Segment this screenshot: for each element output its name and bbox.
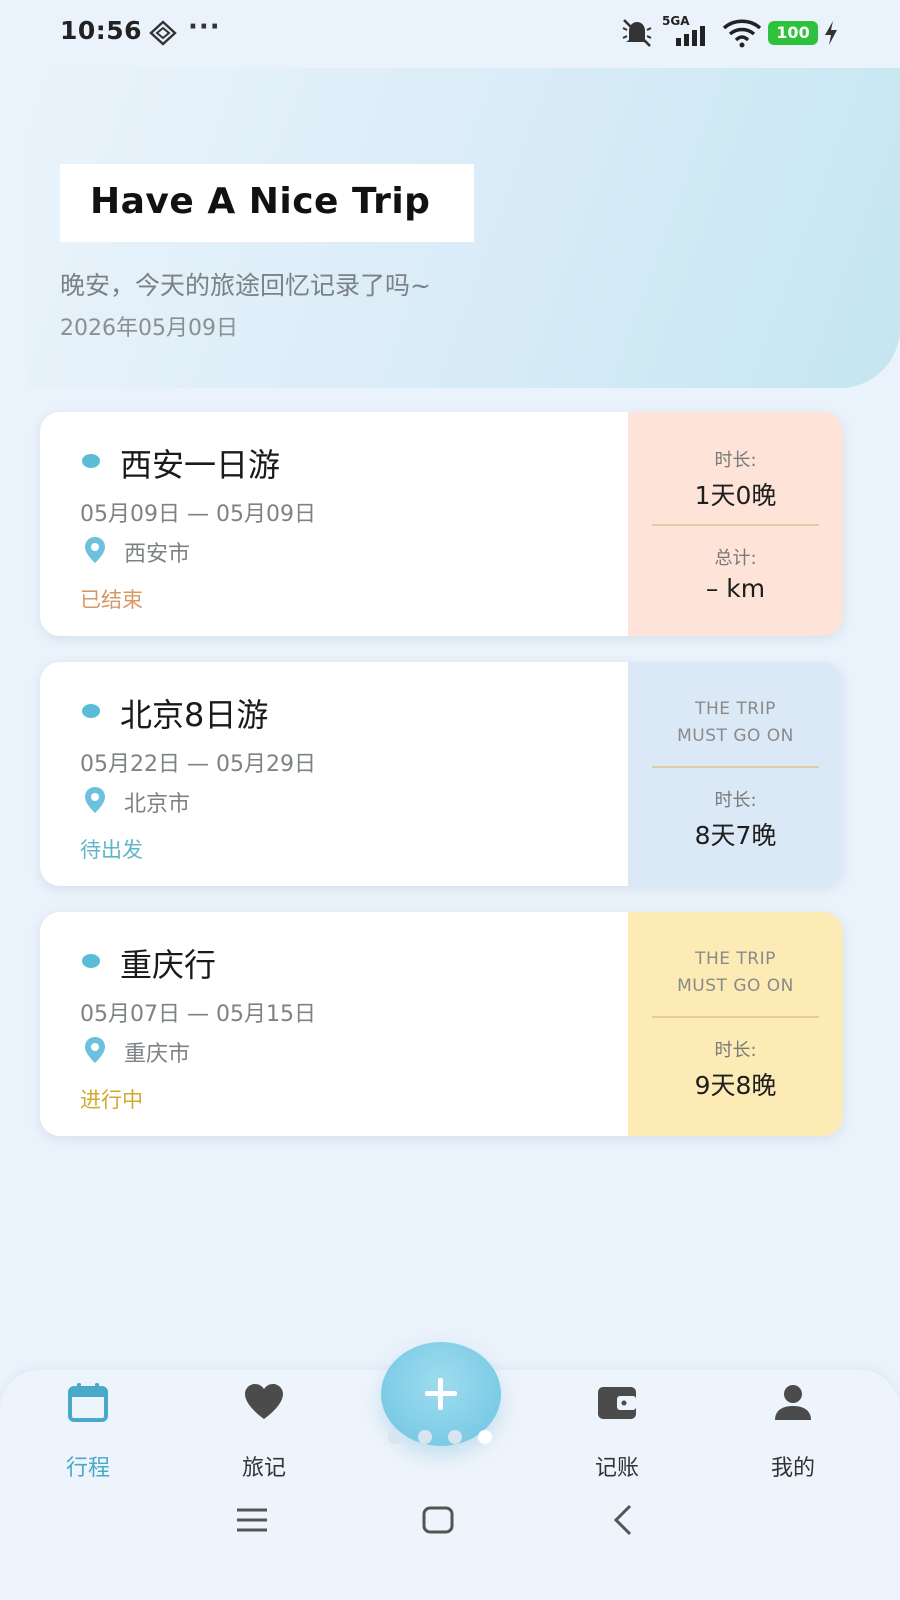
trip-card[interactable]: 重庆行 05月07日 — 05月15日 重庆市 进行中 THE TRIP MUS… bbox=[40, 912, 843, 1136]
duration-label: 时长: bbox=[714, 1040, 757, 1061]
trip-slogan-line1: THE TRIP bbox=[695, 949, 776, 969]
home-icon[interactable] bbox=[418, 1500, 458, 1540]
nav-label: 我的 bbox=[770, 1456, 815, 1481]
charging-icon bbox=[825, 21, 837, 45]
location-pin-icon bbox=[85, 1037, 105, 1063]
trip-status: 待出发 bbox=[80, 838, 143, 862]
page-dot bbox=[388, 1430, 402, 1444]
back-icon[interactable] bbox=[604, 1500, 644, 1540]
divider bbox=[652, 524, 819, 526]
greeting-text: 晚安，今天的旅途回忆记录了吗~ bbox=[60, 271, 431, 300]
bullet-dot-icon bbox=[82, 954, 100, 968]
location-pin-icon bbox=[85, 787, 105, 813]
trip-card[interactable]: 北京8日游 05月22日 — 05月29日 北京市 待出发 THE TRIP M… bbox=[40, 662, 843, 886]
trip-date-range: 05月22日 — 05月29日 bbox=[80, 752, 316, 777]
bullet-dot-icon bbox=[82, 454, 100, 468]
cellular-signal-icon: 5GA bbox=[662, 14, 714, 48]
total-distance: – km bbox=[705, 574, 766, 603]
mute-icon bbox=[622, 19, 652, 47]
user-icon bbox=[775, 1385, 811, 1420]
trip-slogan-line2: MUST GO ON bbox=[677, 726, 794, 746]
page-indicator bbox=[388, 1430, 498, 1446]
page-dot-active bbox=[478, 1430, 492, 1444]
current-date: 2026年05月09日 bbox=[60, 316, 238, 341]
hero-title: Have A Nice Trip bbox=[90, 181, 431, 222]
page-dot bbox=[418, 1430, 432, 1444]
app-notification-icon bbox=[149, 20, 177, 46]
heart-icon bbox=[245, 1384, 283, 1419]
status-time: 10:56 bbox=[60, 16, 143, 45]
hero-title-box: Have A Nice Trip bbox=[60, 164, 474, 242]
page-dot bbox=[448, 1430, 462, 1444]
nav-label: 行程 bbox=[65, 1456, 110, 1481]
nav-tab-accounting[interactable]: 记账 bbox=[562, 1380, 672, 1490]
trip-date-range: 05月09日 — 05月09日 bbox=[80, 502, 316, 527]
duration-value: 8天7晚 bbox=[694, 821, 777, 850]
nav-tab-journal[interactable]: 旅记 bbox=[209, 1380, 319, 1490]
trip-city: 北京市 bbox=[124, 792, 191, 817]
wifi-icon bbox=[722, 19, 762, 48]
menu-icon[interactable] bbox=[232, 1500, 272, 1540]
nav-tab-profile[interactable]: 我的 bbox=[738, 1380, 848, 1490]
status-more-icon: ··· bbox=[188, 12, 221, 42]
trip-title: 重庆行 bbox=[120, 946, 217, 984]
duration-value: 9天8晚 bbox=[694, 1071, 777, 1100]
bullet-dot-icon bbox=[82, 704, 100, 718]
trip-slogan-line2: MUST GO ON bbox=[677, 976, 794, 996]
trip-summary-panel: THE TRIP MUST GO ON 时长: 9天8晚 bbox=[628, 912, 843, 1136]
divider bbox=[652, 1016, 819, 1018]
calendar-icon bbox=[68, 1383, 108, 1422]
trip-summary-panel: THE TRIP MUST GO ON 时长: 8天7晚 bbox=[628, 662, 843, 886]
location-pin-icon bbox=[85, 537, 105, 563]
trip-info: 北京8日游 05月22日 — 05月29日 北京市 待出发 bbox=[40, 662, 628, 886]
trip-title: 北京8日游 bbox=[120, 696, 269, 734]
status-bar: 10:56 ··· 5GA 100 bbox=[0, 0, 900, 66]
trip-city: 重庆市 bbox=[124, 1042, 191, 1067]
trip-date-range: 05月07日 — 05月15日 bbox=[80, 1002, 316, 1027]
plus-icon bbox=[438, 1378, 443, 1410]
trip-info: 重庆行 05月07日 — 05月15日 重庆市 进行中 bbox=[40, 912, 628, 1136]
trip-info: 西安一日游 05月09日 — 05月09日 西安市 已结束 bbox=[40, 412, 628, 636]
duration-label: 时长: bbox=[714, 450, 757, 471]
nav-label: 记账 bbox=[594, 1456, 639, 1481]
duration-label: 时长: bbox=[714, 790, 757, 811]
total-label: 总计: bbox=[714, 548, 757, 569]
trip-city: 西安市 bbox=[124, 542, 191, 567]
wallet-icon bbox=[598, 1387, 636, 1419]
trip-title: 西安一日游 bbox=[120, 446, 281, 484]
duration-value: 1天0晚 bbox=[694, 481, 777, 510]
trip-status: 进行中 bbox=[80, 1088, 143, 1112]
divider bbox=[652, 766, 819, 768]
trip-summary-panel: 时长: 1天0晚 总计: – km bbox=[628, 412, 843, 636]
battery-indicator: 100 bbox=[768, 21, 818, 45]
trip-slogan-line1: THE TRIP bbox=[695, 699, 776, 719]
trip-status: 已结束 bbox=[80, 588, 143, 612]
system-navigation-bar bbox=[0, 1500, 900, 1560]
trip-card[interactable]: 西安一日游 05月09日 — 05月09日 西安市 已结束 时长: 1天0晚 总… bbox=[40, 412, 843, 636]
nav-tab-itinerary[interactable]: 行程 bbox=[33, 1380, 143, 1490]
nav-label: 旅记 bbox=[241, 1456, 286, 1481]
